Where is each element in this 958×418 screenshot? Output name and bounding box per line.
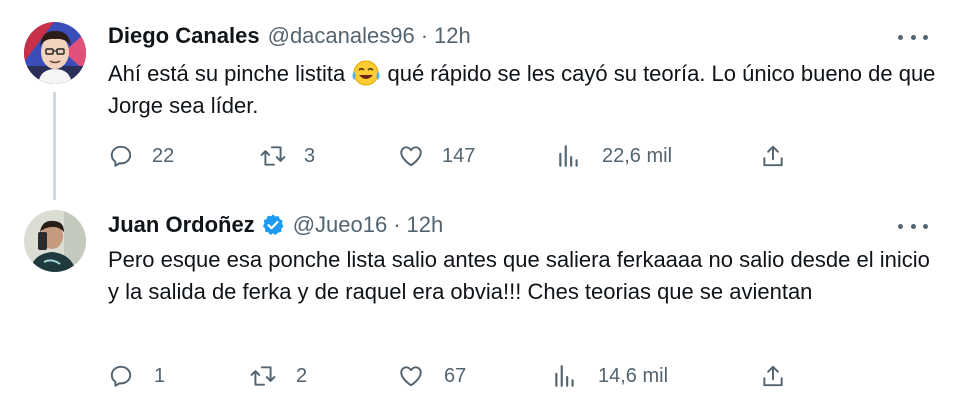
timestamp[interactable]: 12h	[434, 23, 471, 49]
tweet-2[interactable]: Juan Ordoñez @Jueo16 · 12h Pero esque es…	[0, 200, 958, 418]
retweet-count: 2	[296, 364, 308, 387]
face-with-tears-of-joy-emoji	[351, 59, 381, 87]
tweet-text: Pero esque esa ponche lista salio antes …	[108, 247, 930, 304]
heart-icon	[398, 363, 424, 389]
thread-line	[53, 92, 56, 200]
views-button[interactable]: 22,6 mil	[556, 140, 672, 172]
view-count: 22,6 mil	[602, 144, 673, 167]
views-chart-icon	[556, 143, 582, 169]
reply-button[interactable]: 22	[108, 140, 174, 172]
tweet-header: Juan Ordoñez @Jueo16 · 12h	[108, 210, 443, 240]
retweet-icon	[250, 363, 276, 389]
tweet-text: Ahí está su pinche listita qué rápido se…	[108, 58, 938, 122]
share-button[interactable]	[760, 140, 786, 172]
avatar-diego[interactable]	[24, 22, 86, 84]
share-icon	[760, 363, 786, 389]
tweet-actions: 1 2 67 14,6 mil	[108, 360, 908, 392]
heart-icon	[398, 143, 424, 169]
retweet-button[interactable]: 3	[260, 140, 315, 172]
timestamp[interactable]: 12h	[407, 212, 444, 238]
reply-icon	[108, 143, 134, 169]
view-count: 14,6 mil	[598, 364, 669, 387]
tweet-text-part: Ahí está su pinche listita	[108, 61, 352, 86]
more-options-icon[interactable]	[898, 27, 928, 47]
like-button[interactable]: 67	[398, 360, 466, 392]
avatar-juan[interactable]	[24, 210, 86, 272]
views-chart-icon	[552, 363, 578, 389]
like-count: 67	[444, 364, 467, 387]
reply-count: 22	[152, 144, 175, 167]
reply-count: 1	[154, 364, 166, 387]
reply-icon	[108, 363, 134, 389]
author-name[interactable]: Juan Ordoñez	[108, 212, 255, 238]
tweet-header: Diego Canales @dacanales96 · 12h	[108, 21, 471, 51]
like-count: 147	[442, 144, 476, 167]
share-button[interactable]	[760, 360, 786, 392]
author-handle[interactable]: @Jueo16	[293, 212, 388, 238]
share-icon	[760, 143, 786, 169]
author-handle[interactable]: @dacanales96	[268, 23, 415, 49]
tweet-1[interactable]: Diego Canales @dacanales96 · 12h Ahí est…	[0, 0, 958, 200]
reply-button[interactable]: 1	[108, 360, 165, 392]
verified-badge-icon	[261, 213, 285, 237]
retweet-icon	[260, 143, 286, 169]
author-name[interactable]: Diego Canales	[108, 23, 260, 49]
retweet-button[interactable]: 2	[250, 360, 307, 392]
separator-dot: ·	[420, 23, 429, 48]
separator-dot: ·	[393, 212, 401, 237]
more-options-icon[interactable]	[898, 216, 928, 236]
views-button[interactable]: 14,6 mil	[552, 360, 668, 392]
retweet-count: 3	[304, 144, 316, 167]
tweet-actions: 22 3 147 22,6 mil	[108, 140, 908, 172]
like-button[interactable]: 147	[398, 140, 475, 172]
